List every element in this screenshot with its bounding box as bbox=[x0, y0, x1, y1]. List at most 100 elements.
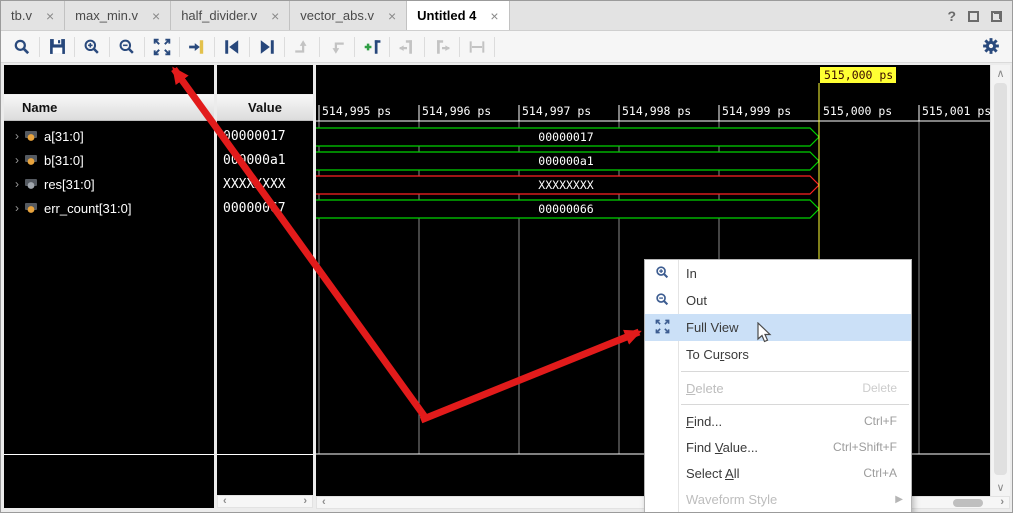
previous-transition-button[interactable] bbox=[219, 34, 245, 60]
value-horizontal-scrollbar[interactable]: ‹ › bbox=[217, 495, 313, 508]
signal-value-list: 00000017 000000a1 XXXXXXXX 00000067 bbox=[217, 121, 313, 507]
full-view-button[interactable] bbox=[149, 34, 175, 60]
float-icon[interactable] bbox=[991, 11, 1002, 22]
panel-divider-line bbox=[217, 454, 313, 455]
tab-label: max_min.v bbox=[75, 8, 138, 23]
tab-tb.v[interactable]: tb.v × bbox=[1, 1, 65, 30]
save-waveform-button[interactable] bbox=[44, 34, 70, 60]
add-marker-button[interactable] bbox=[359, 34, 385, 60]
toolbar-separator bbox=[424, 37, 425, 57]
close-icon[interactable]: × bbox=[388, 9, 396, 23]
bus-signal-icon bbox=[24, 130, 38, 142]
tab-label: Untitled 4 bbox=[417, 8, 476, 23]
time-cursor-label[interactable]: 515,000 ps bbox=[820, 67, 896, 83]
value-panel-top-strip bbox=[217, 65, 313, 95]
close-icon[interactable]: × bbox=[271, 9, 279, 23]
scroll-left-icon[interactable]: ‹ bbox=[218, 496, 232, 507]
help-icon[interactable]: ? bbox=[947, 8, 956, 24]
tab-label: vector_abs.v bbox=[300, 8, 374, 23]
bus-signal-icon bbox=[24, 202, 38, 214]
close-icon[interactable]: × bbox=[46, 9, 54, 23]
bus-err_count-waveform[interactable]: 00000066 bbox=[316, 200, 819, 218]
menu-item-zoom-in[interactable]: In bbox=[645, 260, 911, 287]
expand-chevron-icon[interactable]: › bbox=[10, 201, 24, 215]
tab-bar: tb.v × max_min.v × half_divider.v × vect… bbox=[1, 1, 1012, 31]
tab-half_divider.v[interactable]: half_divider.v × bbox=[171, 1, 290, 30]
menu-shortcut: Ctrl+F bbox=[864, 414, 897, 428]
move-down-icon bbox=[328, 38, 346, 56]
settings-button[interactable] bbox=[982, 37, 1000, 60]
go-to-time-button[interactable] bbox=[184, 34, 210, 60]
scroll-right-icon[interactable]: › bbox=[298, 496, 312, 507]
previous-marker-button[interactable] bbox=[394, 34, 420, 60]
wave-vertical-scrollbar[interactable]: ∧ ∨ bbox=[990, 65, 1010, 496]
axis-tick-label: 515,000 ps bbox=[823, 104, 892, 118]
scroll-left-icon[interactable]: ‹ bbox=[317, 497, 331, 508]
axis-tick-label: 515,001 ps bbox=[922, 104, 990, 118]
find-button[interactable] bbox=[9, 34, 35, 60]
tab-max_min.v[interactable]: max_min.v × bbox=[65, 1, 171, 30]
bus-a-waveform[interactable]: 00000017 bbox=[316, 128, 819, 146]
toolbar-separator bbox=[389, 37, 390, 57]
panel-divider-line bbox=[4, 454, 214, 455]
axis-tick-label: 514,999 ps bbox=[722, 104, 791, 118]
menu-item-find-value[interactable]: Find Value... Ctrl+Shift+F bbox=[645, 434, 911, 460]
name-column-header[interactable]: Name bbox=[4, 95, 214, 121]
move-up-button[interactable] bbox=[289, 34, 315, 60]
vivado-waveform-window: tb.v × max_min.v × half_divider.v × vect… bbox=[0, 0, 1013, 513]
next-marker-icon bbox=[433, 38, 451, 56]
scrollbar-thumb[interactable] bbox=[994, 83, 1007, 475]
expand-chevron-icon[interactable]: › bbox=[10, 129, 24, 143]
menu-item-find[interactable]: Find... Ctrl+F bbox=[645, 408, 911, 434]
next-transition-button[interactable] bbox=[254, 34, 280, 60]
previous-marker-icon bbox=[398, 38, 416, 56]
previous-transition-icon bbox=[223, 38, 241, 56]
next-marker-button[interactable] bbox=[429, 34, 455, 60]
signal-name: res[31:0] bbox=[44, 177, 95, 192]
scrollbar-thumb[interactable] bbox=[953, 499, 983, 507]
menu-item-select-all[interactable]: Select All Ctrl+A bbox=[645, 460, 911, 486]
bus-value-label: 00000066 bbox=[538, 202, 593, 216]
signal-row-err_count[interactable]: › err_count[31:0] bbox=[4, 196, 214, 220]
go-to-time-icon bbox=[188, 38, 206, 56]
scroll-up-icon[interactable]: ∧ bbox=[991, 67, 1010, 80]
menu-item-full-view[interactable]: Full View bbox=[645, 314, 911, 341]
menu-item-to-cursors[interactable]: To Cursors bbox=[645, 341, 911, 368]
close-icon[interactable]: × bbox=[490, 9, 498, 23]
scroll-down-icon[interactable]: ∨ bbox=[991, 481, 1010, 494]
close-icon[interactable]: × bbox=[152, 9, 160, 23]
toolbar-separator bbox=[494, 37, 495, 57]
zoom-in-icon bbox=[83, 38, 101, 56]
signal-row-res[interactable]: › res[31:0] bbox=[4, 172, 214, 196]
full-view-icon bbox=[153, 38, 171, 56]
waveform-context-menu: In Out bbox=[644, 259, 912, 513]
signal-name-list: › a[31:0] › b[31:0] › bbox=[4, 121, 214, 507]
move-down-button[interactable] bbox=[324, 34, 350, 60]
signal-value-panel: Value 00000017 000000a1 XXXXXXXX 0000006… bbox=[217, 65, 313, 508]
bus-value-label: 00000017 bbox=[538, 130, 593, 144]
maximize-icon[interactable] bbox=[968, 11, 979, 22]
tab-vector_abs.v[interactable]: vector_abs.v × bbox=[290, 1, 407, 30]
zoom-in-button[interactable] bbox=[79, 34, 105, 60]
signal-row-b[interactable]: › b[31:0] bbox=[4, 148, 214, 172]
expand-chevron-icon[interactable]: › bbox=[10, 177, 24, 191]
name-header-label: Name bbox=[22, 100, 57, 115]
swap-cursors-icon bbox=[468, 38, 486, 56]
swap-cursors-button[interactable] bbox=[464, 34, 490, 60]
value-column-header[interactable]: Value bbox=[217, 95, 313, 121]
gear-icon bbox=[982, 37, 1000, 55]
expand-chevron-icon[interactable]: › bbox=[10, 153, 24, 167]
bus-value-label: 000000a1 bbox=[538, 154, 593, 168]
toolbar-separator bbox=[109, 37, 110, 57]
signal-row-a[interactable]: › a[31:0] bbox=[4, 124, 214, 148]
tab-untitled-4[interactable]: Untitled 4 × bbox=[407, 1, 509, 30]
signal-name-panel: Name › a[31:0] › b[31:0] › bbox=[4, 65, 214, 508]
menu-item-zoom-out[interactable]: Out bbox=[645, 287, 911, 314]
scroll-right-icon[interactable]: › bbox=[995, 497, 1009, 508]
bus-b-waveform[interactable]: 000000a1 bbox=[316, 152, 819, 170]
zoom-out-button[interactable] bbox=[114, 34, 140, 60]
next-transition-icon bbox=[258, 38, 276, 56]
bus-res-waveform[interactable]: XXXXXXXX bbox=[316, 176, 819, 194]
window-controls: ? bbox=[947, 1, 1002, 31]
toolbar-separator bbox=[319, 37, 320, 57]
